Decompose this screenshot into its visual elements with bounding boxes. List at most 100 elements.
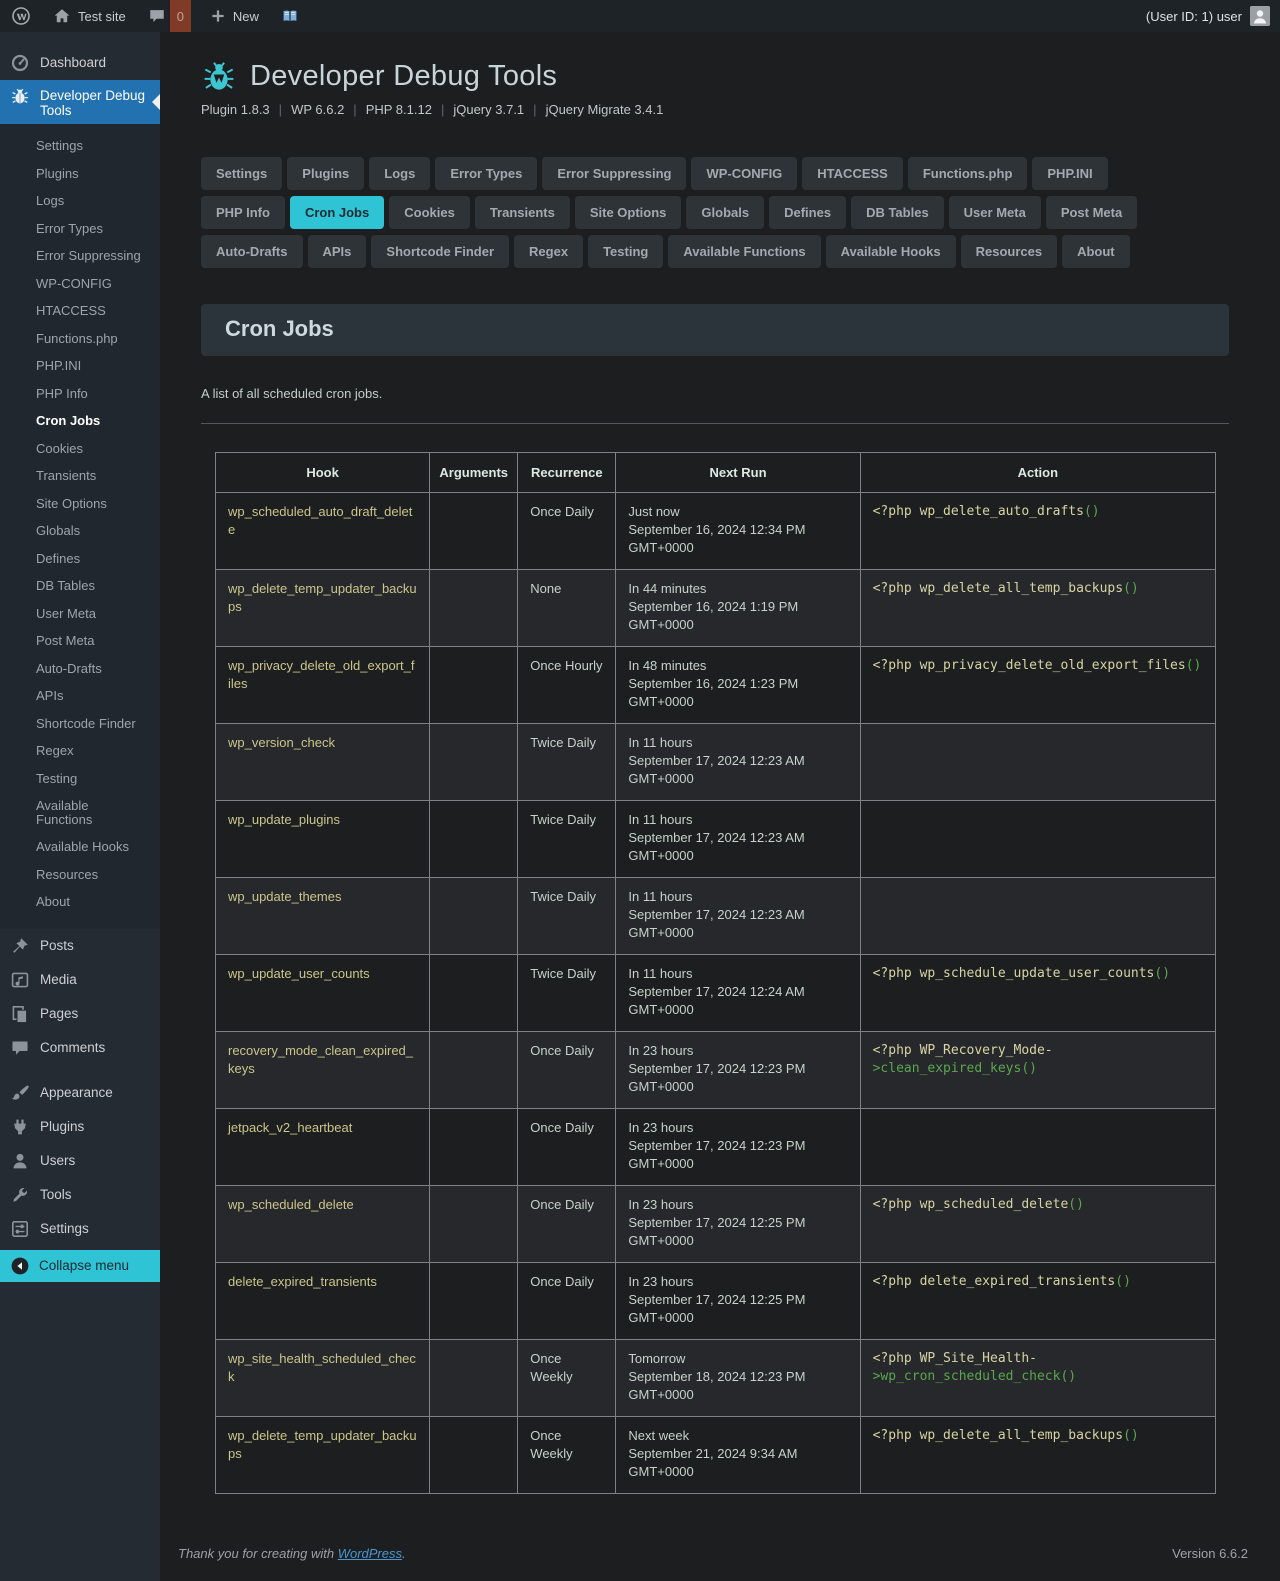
sidebar-item-pages[interactable]: Pages (0, 997, 160, 1031)
wordpress-menu-button[interactable] (0, 0, 42, 32)
sidebar-subitem-available-functions[interactable]: Available Functions (0, 792, 160, 833)
sidebar-subitem-resources[interactable]: Resources (0, 861, 160, 889)
sidebar-item-posts[interactable]: Posts (0, 929, 160, 963)
sidebar-subitem-auto-drafts[interactable]: Auto-Drafts (0, 655, 160, 683)
tab-php-ini[interactable]: PHP.INI (1032, 157, 1107, 190)
cell-hook: wp_scheduled_auto_draft_delete (216, 493, 430, 570)
cell-arguments (430, 801, 518, 878)
site-name-button[interactable]: Test site (42, 0, 137, 32)
cell-next-run: TomorrowSeptember 18, 2024 12:23 PMGMT+0… (616, 1340, 860, 1417)
cell-next-run: Just nowSeptember 16, 2024 12:34 PMGMT+0… (616, 493, 860, 570)
sidebar-subitem-site-options[interactable]: Site Options (0, 490, 160, 518)
tab-row: Auto-DraftsAPIsShortcode FinderRegexTest… (201, 235, 1229, 268)
comments-shortcut-button[interactable] (137, 0, 170, 32)
tab-auto-drafts[interactable]: Auto-Drafts (201, 235, 303, 268)
sidebar-subitem-globals[interactable]: Globals (0, 517, 160, 545)
sidebar-subitem-post-meta[interactable]: Post Meta (0, 627, 160, 655)
code-function-part: () (1186, 658, 1202, 673)
sidebar-subitem-regex[interactable]: Regex (0, 737, 160, 765)
sidebar-subitem-cron-jobs[interactable]: Cron Jobs (0, 407, 160, 435)
sidebar-item-appearance[interactable]: Appearance (0, 1076, 160, 1110)
cell-recurrence: Once Daily (518, 1109, 616, 1186)
tab-plugins[interactable]: Plugins (287, 157, 364, 190)
tab-post-meta[interactable]: Post Meta (1046, 196, 1137, 229)
admin-bar-account[interactable]: (User ID: 1) user (1136, 0, 1280, 32)
meta-separator: | (432, 102, 453, 117)
sidebar-subitem-php-info[interactable]: PHP Info (0, 380, 160, 408)
sidebar-subitem-apis[interactable]: APIs (0, 682, 160, 710)
sidebar-subitem-plugins[interactable]: Plugins (0, 160, 160, 188)
tab-error-suppressing[interactable]: Error Suppressing (542, 157, 686, 190)
tab-defines[interactable]: Defines (769, 196, 846, 229)
new-content-button[interactable]: New (199, 0, 270, 32)
collapse-menu-button[interactable]: Collapse menu (0, 1250, 160, 1282)
sidebar-subitem-db-tables[interactable]: DB Tables (0, 572, 160, 600)
sidebar-item-media[interactable]: Media (0, 963, 160, 997)
tab-settings[interactable]: Settings (201, 157, 282, 190)
sidebar-subitem-php-ini[interactable]: PHP.INI (0, 352, 160, 380)
sidebar-item-settings[interactable]: Settings (0, 1212, 160, 1246)
sidebar-subitem-cookies[interactable]: Cookies (0, 435, 160, 463)
tab-functions-php[interactable]: Functions.php (908, 157, 1028, 190)
sidebar-item-label: Tools (40, 1185, 72, 1202)
cell-arguments (430, 1109, 518, 1186)
sidebar-item-dashboard[interactable]: Dashboard (0, 46, 160, 80)
sidebar-subitem-testing[interactable]: Testing (0, 765, 160, 793)
sidebar-subitem-about[interactable]: About (0, 888, 160, 916)
tab-php-info[interactable]: PHP Info (201, 196, 285, 229)
tab-cron-jobs[interactable]: Cron Jobs (290, 196, 384, 229)
wordpress-link[interactable]: WordPress (338, 1546, 402, 1561)
tab-about[interactable]: About (1062, 235, 1130, 268)
cell-next-run: In 11 hoursSeptember 17, 2024 12:23 AMGM… (616, 801, 860, 878)
sidebar-subitem-shortcode-finder[interactable]: Shortcode Finder (0, 710, 160, 738)
tab-user-meta[interactable]: User Meta (949, 196, 1041, 229)
sidebar-subitem-user-meta[interactable]: User Meta (0, 600, 160, 628)
plus-icon (210, 8, 226, 24)
sidebar-subitem-error-suppressing[interactable]: Error Suppressing (0, 242, 160, 270)
sidebar-subitem-transients[interactable]: Transients (0, 462, 160, 490)
sidebar-item-developer-debug-tools[interactable]: Developer Debug Tools (0, 80, 160, 124)
cell-arguments (430, 878, 518, 955)
sidebar-subitem-defines[interactable]: Defines (0, 545, 160, 573)
new-label: New (233, 9, 259, 24)
sidebar-item-plugins[interactable]: Plugins (0, 1110, 160, 1144)
tab-regex[interactable]: Regex (514, 235, 583, 268)
tab-db-tables[interactable]: DB Tables (851, 196, 944, 229)
cell-arguments (430, 1186, 518, 1263)
tab-resources[interactable]: Resources (961, 235, 1057, 268)
cell-next-run: Next weekSeptember 21, 2024 9:34 AMGMT+0… (616, 1417, 860, 1494)
cell-hook: delete_expired_transients (216, 1263, 430, 1340)
code-function-part: () (1021, 1061, 1037, 1076)
sidebar-item-tools[interactable]: Tools (0, 1178, 160, 1212)
sidebar-item-comments[interactable]: Comments (0, 1031, 160, 1065)
tab-error-types[interactable]: Error Types (435, 157, 537, 190)
sidebar-subitem-available-hooks[interactable]: Available Hooks (0, 833, 160, 861)
cell-next-run: In 11 hoursSeptember 17, 2024 12:24 AMGM… (616, 955, 860, 1032)
tab-site-options[interactable]: Site Options (575, 196, 682, 229)
tab-testing[interactable]: Testing (588, 235, 663, 268)
sidebar-subitem-functions-php[interactable]: Functions.php (0, 325, 160, 353)
tab-shortcode-finder[interactable]: Shortcode Finder (371, 235, 509, 268)
tab-logs[interactable]: Logs (369, 157, 430, 190)
sidebar-subitem-wp-config[interactable]: WP-CONFIG (0, 270, 160, 298)
sidebar-subitem-error-types[interactable]: Error Types (0, 215, 160, 243)
tab-available-hooks[interactable]: Available Hooks (826, 235, 956, 268)
comments-count-badge[interactable]: 0 (170, 0, 191, 32)
sidebar-item-users[interactable]: Users (0, 1144, 160, 1178)
tab-available-functions[interactable]: Available Functions (668, 235, 820, 268)
tab-htaccess[interactable]: HTACCESS (802, 157, 903, 190)
cell-next-run: In 23 hoursSeptember 17, 2024 12:23 PMGM… (616, 1032, 860, 1109)
cell-next-run: In 48 minutesSeptember 16, 2024 1:23 PMG… (616, 647, 860, 724)
sidebar-subitem-htaccess[interactable]: HTACCESS (0, 297, 160, 325)
docs-shortcut-button[interactable] (270, 0, 310, 32)
cell-hook: wp_delete_temp_updater_backups (216, 1417, 430, 1494)
tab-globals[interactable]: Globals (686, 196, 764, 229)
cell-next-run: In 23 hoursSeptember 17, 2024 12:23 PMGM… (616, 1109, 860, 1186)
tab-transients[interactable]: Transients (475, 196, 570, 229)
tab-apis[interactable]: APIs (308, 235, 367, 268)
tab-wp-config[interactable]: WP-CONFIG (691, 157, 797, 190)
tab-cookies[interactable]: Cookies (389, 196, 470, 229)
sidebar-subitem-settings[interactable]: Settings (0, 132, 160, 160)
sidebar-subitem-logs[interactable]: Logs (0, 187, 160, 215)
cell-hook: wp_delete_temp_updater_backups (216, 570, 430, 647)
